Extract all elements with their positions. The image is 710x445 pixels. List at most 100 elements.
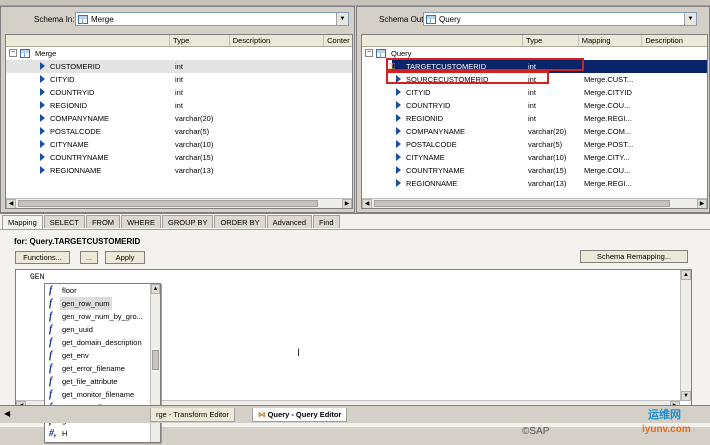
column-mapping: Merge.POST... (584, 140, 634, 149)
table-row[interactable]: COMPANYNAME varchar(20) Merge.COM... (362, 125, 707, 138)
col-description[interactable]: Description (230, 35, 325, 46)
column-type: int (175, 62, 183, 71)
table-row[interactable]: COMPANYNAME varchar(20) (6, 112, 352, 125)
table-row[interactable]: CITYNAME varchar(10) Merge.CITY... (362, 151, 707, 164)
collapse-icon[interactable]: − (9, 49, 17, 57)
col-type[interactable]: Type (170, 35, 230, 46)
column-icon (40, 88, 45, 96)
table-row[interactable]: REGIONID int Merge.REGI... (362, 112, 707, 125)
autocomplete-item[interactable]: f gen_uuid (45, 323, 160, 336)
table-row[interactable]: CITYID int (6, 73, 352, 86)
scroll-right-icon[interactable]: ▶ (697, 199, 707, 208)
scroll-up-icon[interactable]: ▲ (681, 270, 691, 280)
scroll-down-icon[interactable]: ▼ (681, 391, 691, 401)
table-row[interactable]: CITYNAME varchar(10) (6, 138, 352, 151)
column-type: varchar(10) (528, 153, 567, 162)
scroll-up-icon[interactable]: ▲ (151, 284, 160, 294)
schema-out-panel: Schema Out: Query ▼ Type Mapping Descrip… (356, 6, 710, 213)
column-icon (40, 153, 45, 161)
schema-out-hscroll[interactable]: ◀ ▶ (362, 198, 707, 208)
autocomplete-item[interactable]: f gen_row_num_by_gro... (45, 310, 160, 323)
collapse-icon[interactable]: − (365, 49, 373, 57)
autocomplete-item[interactable]: f get_error_filename (45, 362, 160, 375)
scroll-thumb[interactable] (18, 200, 318, 207)
column-icon (40, 75, 45, 83)
autocomplete-item[interactable]: f get_file_attribute (45, 375, 160, 388)
table-row[interactable]: REGIONNAME varchar(13) (6, 164, 352, 177)
table-icon (20, 49, 30, 58)
col-mapping[interactable]: Mapping (579, 35, 643, 46)
tab-transform-editor[interactable]: rge - Transform Editor (150, 408, 235, 422)
column-mapping: Merge.COM... (584, 127, 632, 136)
schema-in-rows: − Merge CUSTOMERID int CITYID int COUNTRYID int… (6, 47, 352, 177)
tab-mapping[interactable]: Mapping (2, 215, 43, 229)
table-row[interactable]: COUNTRYNAME varchar(15) Merge.COU... (362, 164, 707, 177)
highlight-box (386, 71, 549, 84)
table-row[interactable]: REGIONID int (6, 99, 352, 112)
tab-select[interactable]: SELECT (43, 215, 85, 228)
tab-from[interactable]: FROM (85, 215, 121, 228)
column-type: int (528, 101, 536, 110)
table-row[interactable]: COUNTRYID int Merge.COU... (362, 99, 707, 112)
table-row[interactable]: POSTALCODE varchar(5) Merge.POST... (362, 138, 707, 151)
autocomplete-item[interactable]: f get_domain_description (45, 336, 160, 349)
schema-out-select[interactable]: Query ▼ (423, 12, 697, 26)
scroll-thumb[interactable] (152, 350, 159, 370)
column-name: CITYNAME (50, 140, 89, 149)
schema-remapping-button[interactable]: Schema Remapping... (580, 250, 688, 263)
table-row[interactable]: CUSTOMERID int (6, 60, 352, 73)
autocomplete-item[interactable]: f get_env (45, 349, 160, 362)
ellipsis-button[interactable]: ... (80, 251, 98, 264)
schema-in-label: Schema In: (34, 15, 75, 24)
tab-order-by[interactable]: ORDER BY (214, 215, 266, 228)
editor-vscroll[interactable]: ▲ ▼ (680, 270, 691, 401)
col-description[interactable]: Description (642, 35, 707, 46)
tab-find[interactable]: Find (313, 215, 340, 228)
col-name[interactable] (362, 35, 524, 46)
highlight-box (386, 58, 584, 71)
scroll-left-icon[interactable]: ◀ (6, 199, 16, 208)
table-row[interactable]: REGIONNAME varchar(13) Merge.REGI... (362, 177, 707, 190)
function-icon: f (49, 324, 53, 335)
tab-where[interactable]: WHERE (121, 215, 161, 228)
tab-group-by[interactable]: GROUP BY (161, 215, 214, 228)
functions-button[interactable]: Functions... (15, 251, 70, 264)
chevron-down-icon[interactable]: ▼ (684, 13, 696, 25)
watermark-site: iyunv.com (642, 424, 691, 435)
editor-text: GEN (30, 273, 45, 282)
autocomplete-item[interactable]: #, H (45, 427, 160, 440)
autocomplete-item[interactable]: f floor (45, 284, 160, 297)
chevron-down-icon[interactable]: ▼ (336, 13, 348, 25)
column-type: varchar(13) (175, 166, 214, 175)
column-name: REGIONID (406, 114, 444, 123)
scroll-right-icon[interactable]: ▶ (342, 199, 352, 208)
schema-in-hscroll[interactable]: ◀ ▶ (6, 198, 352, 208)
apply-button[interactable]: Apply (105, 251, 145, 264)
watermark-sap: ©SAP (522, 426, 550, 437)
table-row[interactable]: POSTALCODE varchar(5) (6, 125, 352, 138)
column-icon (40, 114, 45, 122)
function-icon: f (49, 337, 53, 348)
tab-scroll-left-icon[interactable]: ◀ (4, 409, 10, 418)
autocomplete-item[interactable]: f gen_row_num (45, 297, 160, 310)
scroll-thumb[interactable] (374, 200, 670, 207)
col-name[interactable] (6, 35, 171, 46)
schema-in-root[interactable]: − Merge (6, 47, 352, 60)
mapping-tabs: Mapping SELECT FROM WHERE GROUP BY ORDER BY Ad… (2, 215, 341, 229)
col-content[interactable]: Conter (324, 35, 352, 46)
column-type: varchar(5) (528, 140, 563, 149)
table-row[interactable]: COUNTRYNAME varchar(15) (6, 151, 352, 164)
table-icon (376, 49, 386, 58)
tab-query-editor[interactable]: ⋈ Query - Query Editor (252, 408, 348, 422)
autocomplete-item[interactable]: f get_monitor_filename (45, 388, 160, 401)
column-icon (396, 127, 401, 135)
tab-advanced[interactable]: Advanced (266, 215, 312, 228)
table-row[interactable]: CITYID int Merge.CITYID (362, 86, 707, 99)
schema-in-select[interactable]: Merge ▼ (75, 12, 349, 26)
mapping-panel: Mapping SELECT FROM WHERE GROUP BY ORDER BY Ad… (0, 213, 710, 443)
scroll-left-icon[interactable]: ◀ (362, 199, 372, 208)
column-mapping: Merge.REGI... (584, 114, 632, 123)
column-icon (40, 101, 45, 109)
col-type[interactable]: Type (523, 35, 579, 46)
table-row[interactable]: COUNTRYID int (6, 86, 352, 99)
